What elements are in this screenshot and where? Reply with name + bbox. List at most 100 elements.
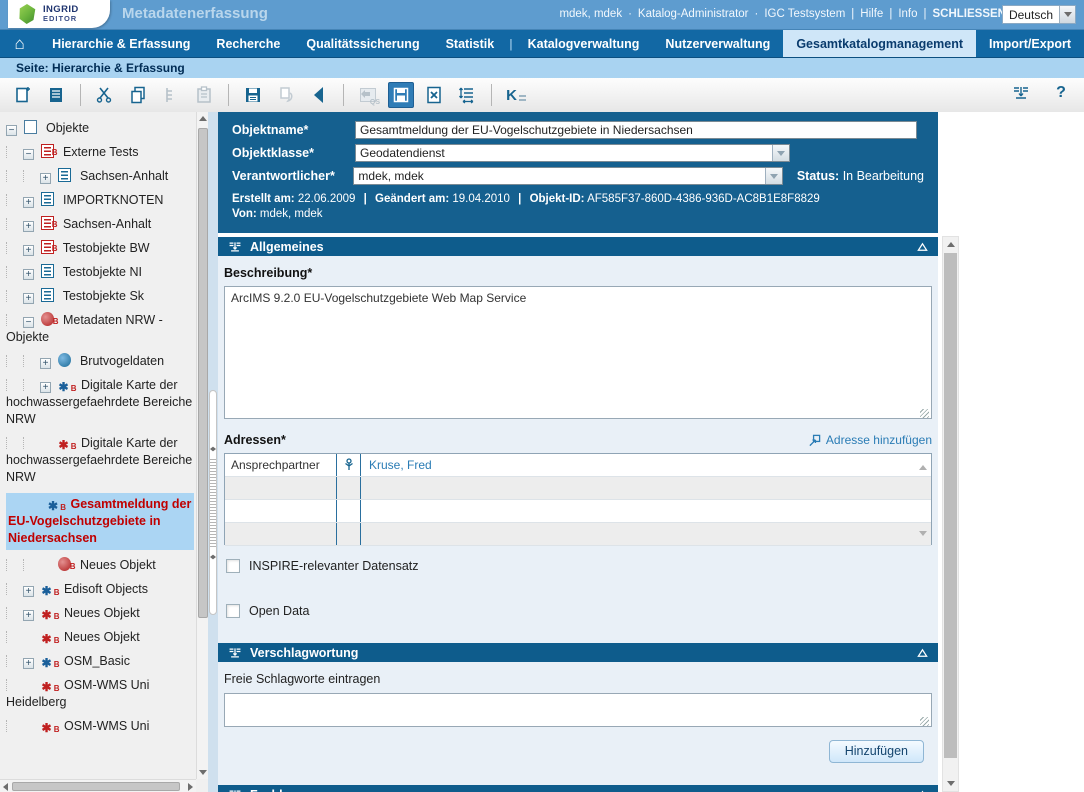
resize-handle[interactable] [920, 717, 929, 726]
tree-item[interactable]: − B Metadaten NRW - Objekte [6, 312, 194, 346]
shortcut-k-button[interactable]: K [503, 82, 529, 108]
tree-item-objekte[interactable]: − Objekte [6, 120, 194, 137]
tree-item[interactable]: + B Testobjekte BW [6, 240, 194, 257]
scroll-left-icon[interactable] [3, 783, 8, 791]
tree-expand-toggle[interactable]: + [40, 382, 51, 393]
tree-item[interactable]: + ✱B Neues Objekt [6, 605, 194, 622]
tree-horizontal-scrollbar[interactable] [0, 779, 196, 792]
tree-expand-toggle[interactable]: + [23, 197, 34, 208]
section-allgemeines[interactable]: Allgemeines [218, 237, 938, 256]
scroll-up-icon[interactable] [947, 242, 955, 247]
language-select[interactable]: Deutsch [1002, 5, 1076, 24]
address-row[interactable] [225, 477, 931, 500]
new-object-button[interactable] [10, 82, 36, 108]
tree-scrollbar-thumb[interactable] [198, 128, 208, 618]
inspire-checkbox[interactable] [226, 559, 240, 573]
nav-recherche[interactable]: Recherche [203, 30, 293, 57]
scroll-down-icon[interactable] [199, 770, 207, 775]
save-button[interactable] [240, 82, 266, 108]
nav-import-export[interactable]: Import/Export [976, 30, 1084, 57]
objektklasse-dropdown-button[interactable] [772, 145, 789, 161]
tree-expand-toggle[interactable]: + [23, 610, 34, 621]
tree-item[interactable]: + ✱B Digitale Karte der hochwassergefaeh… [6, 377, 194, 428]
beschreibung-textarea[interactable]: ArcIMS 9.2.0 EU-Vogelschutzgebiete Web M… [224, 286, 932, 419]
tree-collapse-toggle[interactable]: − [23, 149, 34, 160]
tree-expand-toggle[interactable]: + [40, 173, 51, 184]
tree-item[interactable]: + Sachsen-Anhalt [6, 168, 194, 185]
expand-compress-button[interactable] [454, 82, 480, 108]
scroll-right-icon[interactable] [188, 783, 193, 791]
tree-expand-toggle[interactable]: + [23, 658, 34, 669]
verantwortlicher-dropdown-button[interactable] [765, 168, 782, 184]
tree-item[interactable]: ✱B Neues Objekt [6, 629, 194, 646]
tree-item[interactable]: + ✱B OSM_Basic [6, 653, 194, 670]
tree-item[interactable]: + Testobjekte NI [6, 264, 194, 281]
splitter-grip[interactable] [209, 390, 217, 615]
discard-button[interactable] [421, 82, 447, 108]
nav-nutzerverwaltung[interactable]: Nutzerverwaltung [652, 30, 783, 57]
collapse-section-icon[interactable] [917, 648, 928, 658]
close-link[interactable]: SCHLIESSEN [933, 8, 1007, 20]
tree-item[interactable]: ✱B OSM-WMS Uni Heidelberg [6, 677, 194, 711]
paste-node-button[interactable] [158, 82, 184, 108]
tree-item[interactable]: − B Externe Tests [6, 144, 194, 161]
collapse-section-icon[interactable] [917, 242, 928, 252]
sections-toggle-button[interactable] [1008, 80, 1034, 106]
form-scrollbar-thumb[interactable] [944, 253, 957, 758]
objektklasse-select[interactable]: Geodatendienst [355, 144, 790, 162]
address-row[interactable] [225, 523, 931, 546]
tree-expand-toggle[interactable]: + [23, 293, 34, 304]
tree-item[interactable]: ✱B OSM-WMS Uni [6, 718, 194, 735]
nav-statistik[interactable]: Statistik [433, 30, 508, 57]
tree-item[interactable]: + B Sachsen-Anhalt [6, 216, 194, 233]
section-verschlagwortung[interactable]: Verschlagwortung [218, 643, 938, 662]
info-link[interactable]: Info [898, 8, 917, 20]
help-link[interactable]: Hilfe [860, 8, 883, 20]
back-button[interactable] [306, 82, 332, 108]
tree-vertical-scrollbar[interactable] [196, 112, 208, 779]
verantwortlicher-select[interactable]: mdek, mdek [353, 167, 782, 185]
panel-splitter[interactable] [208, 112, 218, 792]
tree-item[interactable]: + IMPORTKNOTEN [6, 192, 194, 209]
copy-with-subtree-button[interactable] [273, 82, 299, 108]
address-scroll-down[interactable] [919, 525, 927, 539]
section-fachbezug[interactable]: Fachbezug [218, 785, 938, 792]
form-vertical-scrollbar[interactable] [942, 236, 959, 792]
tree-expand-toggle[interactable]: + [23, 586, 34, 597]
qs-forward-button[interactable]: QS [355, 82, 381, 108]
schlagworte-textarea[interactable] [224, 693, 932, 727]
tree-expand-toggle[interactable]: + [23, 221, 34, 232]
tree-collapse-toggle[interactable]: − [6, 125, 17, 136]
address-row[interactable]: Ansprechpartner Kruse, Fred [225, 454, 931, 477]
hinzufuegen-button[interactable]: Hinzufügen [829, 740, 924, 763]
tree-item[interactable]: + ✱B Edisoft Objects [6, 581, 194, 598]
home-icon[interactable]: ⌂ [0, 30, 39, 57]
tree-hscrollbar-thumb[interactable] [12, 782, 180, 791]
help-button[interactable]: ? [1048, 80, 1074, 106]
objektname-input[interactable] [355, 121, 917, 139]
tree-expand-toggle[interactable]: + [23, 269, 34, 280]
tree-item[interactable]: + Testobjekte Sk [6, 288, 194, 305]
tree-expand-toggle[interactable]: + [40, 358, 51, 369]
scroll-up-icon[interactable] [199, 116, 207, 121]
tree-expand-toggle[interactable]: + [23, 245, 34, 256]
address-row[interactable] [225, 500, 931, 523]
address-scroll-up[interactable] [919, 459, 927, 473]
paste-button[interactable] [191, 82, 217, 108]
save-version-button[interactable] [388, 82, 414, 108]
language-dropdown-button[interactable] [1059, 6, 1075, 23]
add-address-link[interactable]: Adresse hinzufügen [808, 433, 932, 447]
resize-handle[interactable] [920, 409, 929, 418]
scroll-down-icon[interactable] [947, 781, 955, 786]
tree-collapse-toggle[interactable]: − [23, 317, 34, 328]
cut-button[interactable] [92, 82, 118, 108]
nav-gesamtkatalogmanagement[interactable]: Gesamtkatalogmanagement [783, 30, 976, 57]
tree-item[interactable]: ✱B Digitale Karte der hochwassergefaehrd… [6, 435, 194, 486]
nav-hierarchie-erfassung[interactable]: Hierarchie & Erfassung [39, 30, 203, 57]
tree-item[interactable]: + Brutvogeldaten [6, 353, 194, 370]
copy-button[interactable] [125, 82, 151, 108]
nav-katalogverwaltung[interactable]: Katalogverwaltung [515, 30, 653, 57]
preview-button[interactable] [43, 82, 69, 108]
nav-qualitaetssicherung[interactable]: Qualitätssicherung [293, 30, 432, 57]
opendata-checkbox[interactable] [226, 604, 240, 618]
